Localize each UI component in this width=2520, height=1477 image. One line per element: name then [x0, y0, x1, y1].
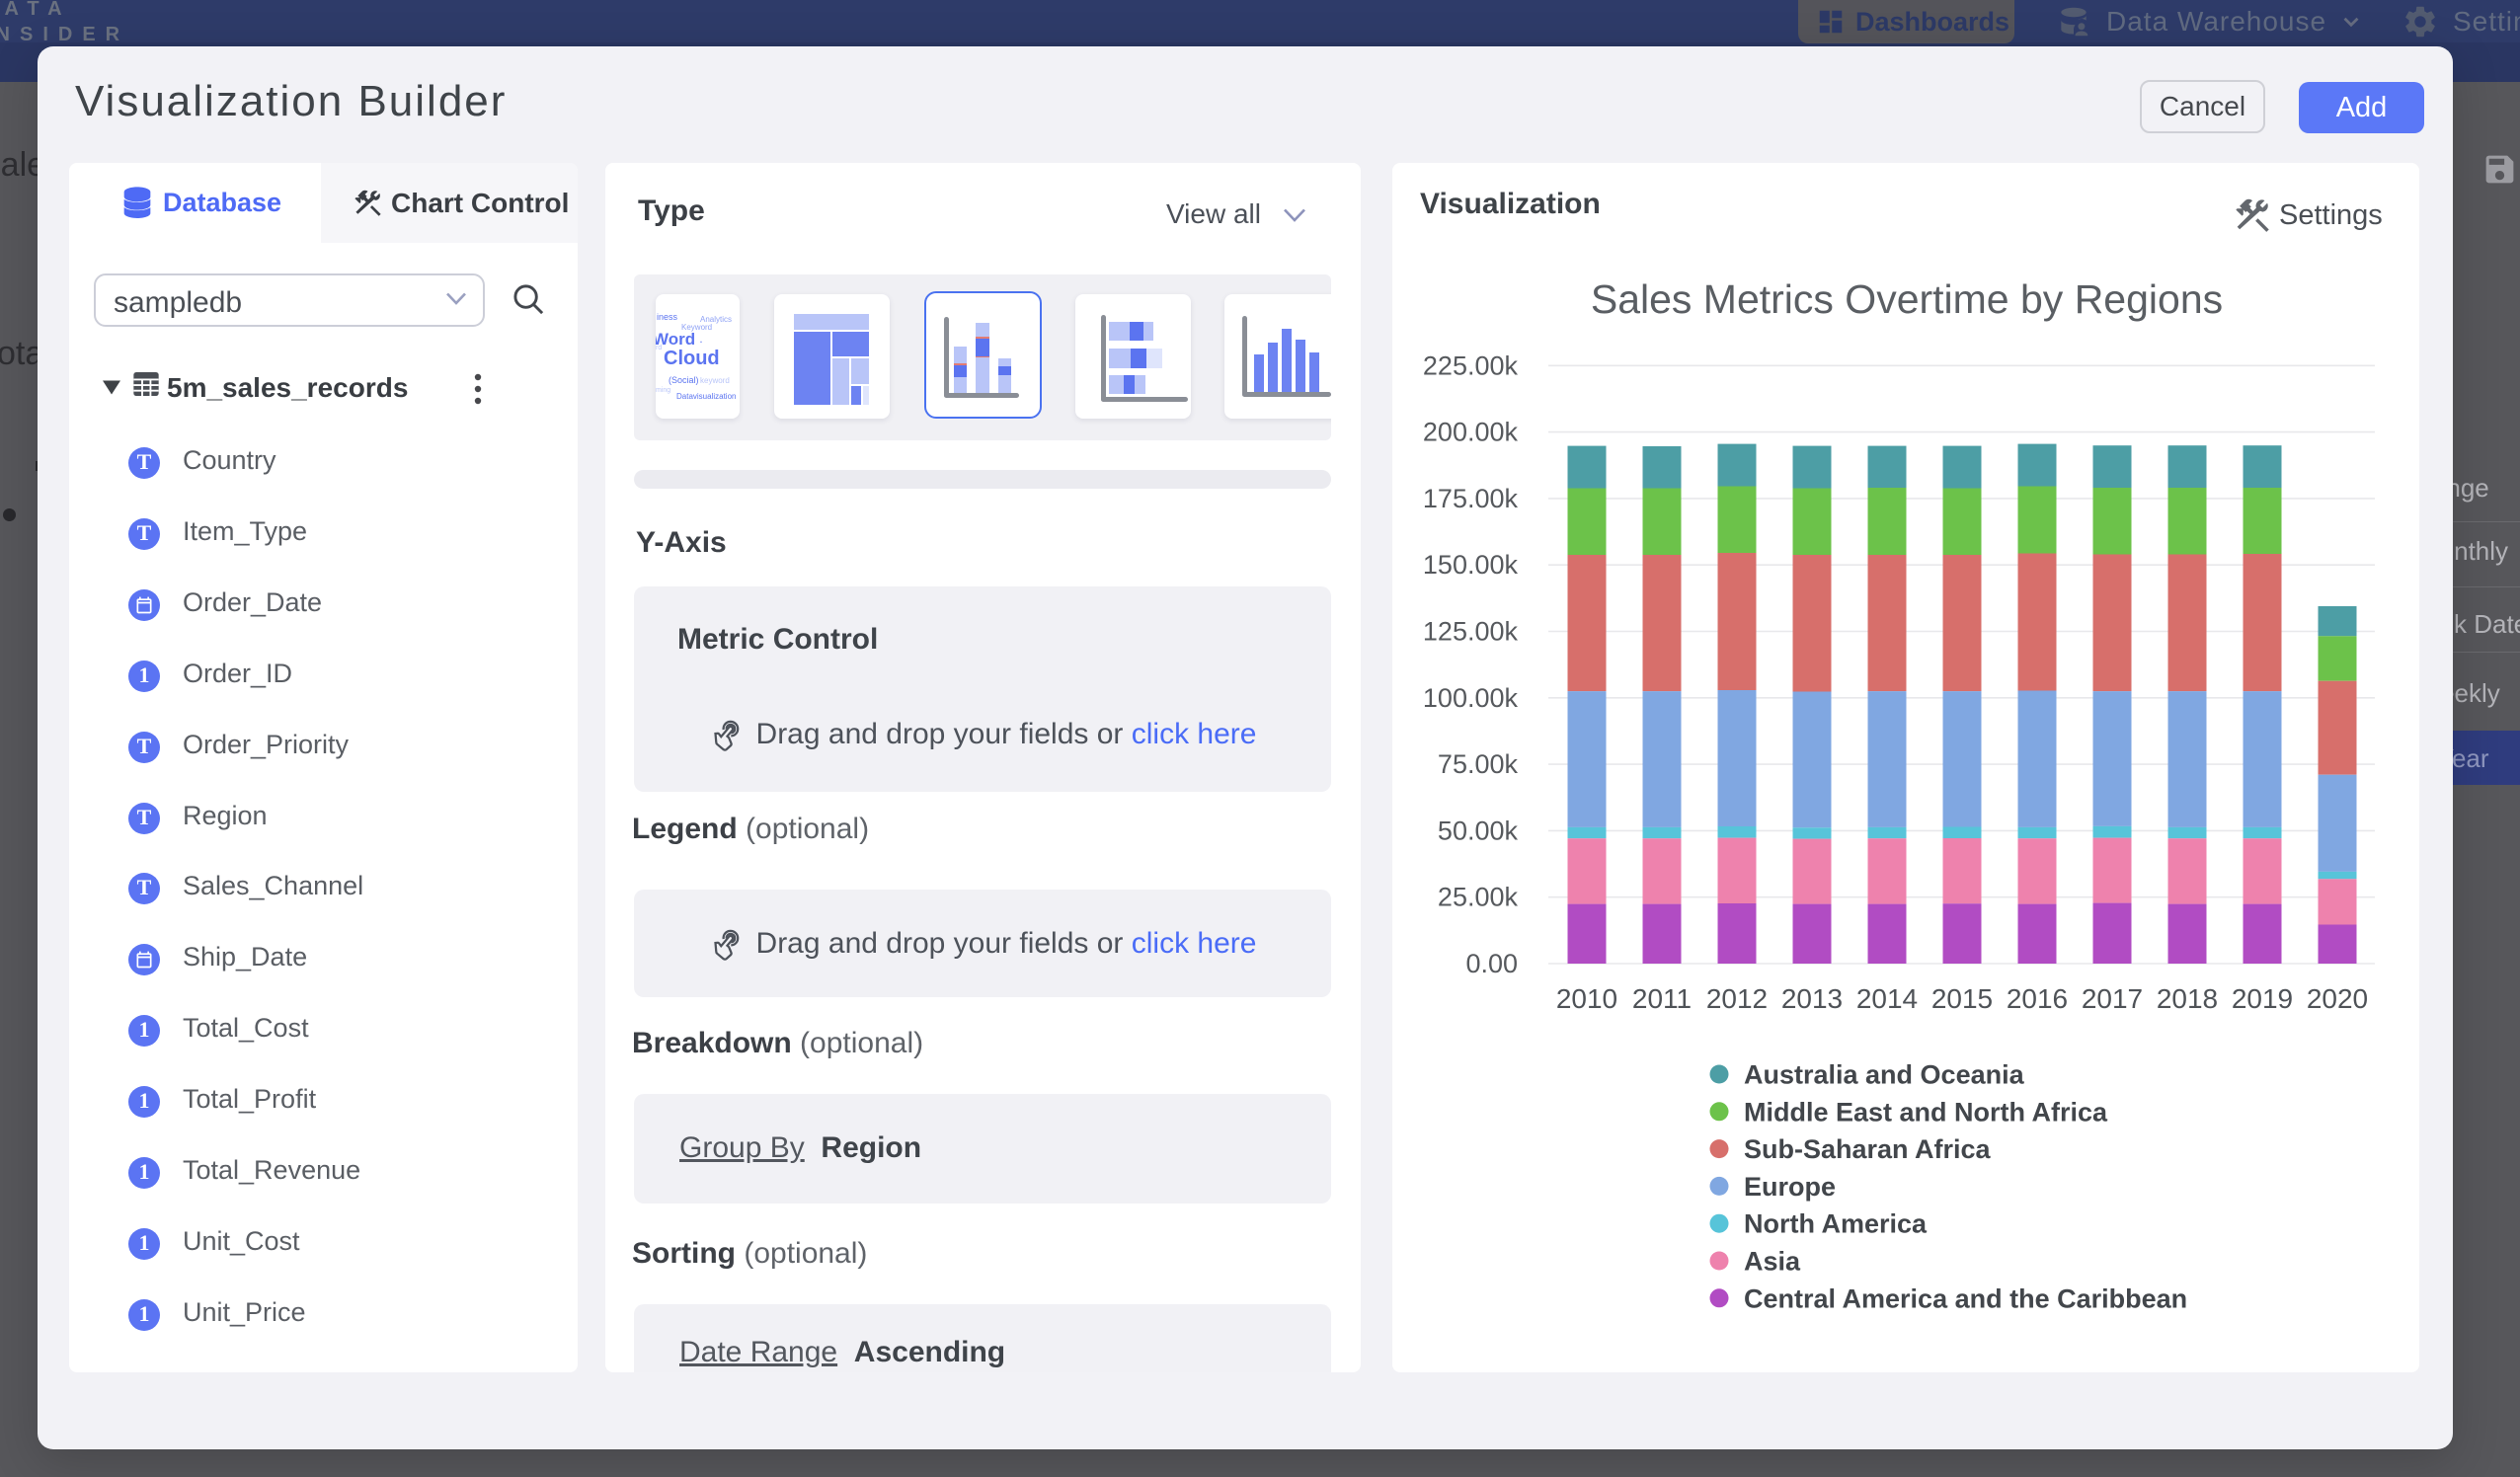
- svg-text:Central America and the Caribb: Central America and the Caribbean: [1744, 1283, 2187, 1313]
- svg-text:2010: 2010: [1556, 983, 1617, 1014]
- svg-text:2014: 2014: [1856, 983, 1918, 1014]
- svg-text:2016: 2016: [2007, 983, 2068, 1014]
- svg-text:Sales Metrics Overtime by Regi: Sales Metrics Overtime by Regions: [1591, 276, 2223, 322]
- svg-text:50.00k: 50.00k: [1438, 816, 1519, 845]
- svg-text:Asia: Asia: [1744, 1247, 1801, 1277]
- svg-text:2013: 2013: [1781, 983, 1843, 1014]
- svg-text:175.00k: 175.00k: [1423, 484, 1519, 513]
- svg-text:0.00: 0.00: [1465, 949, 1518, 978]
- svg-text:Sub-Saharan Africa: Sub-Saharan Africa: [1744, 1134, 1992, 1164]
- svg-text:2018: 2018: [2157, 983, 2218, 1014]
- svg-text:225.00k: 225.00k: [1423, 350, 1519, 380]
- svg-text:2020: 2020: [2307, 983, 2368, 1014]
- svg-text:2017: 2017: [2082, 983, 2143, 1014]
- svg-text:2015: 2015: [1931, 983, 1993, 1014]
- svg-text:2012: 2012: [1706, 983, 1768, 1014]
- svg-text:Middle East and North Africa: Middle East and North Africa: [1744, 1097, 2108, 1127]
- svg-text:North America: North America: [1744, 1209, 1928, 1239]
- svg-text:2011: 2011: [1632, 983, 1692, 1014]
- svg-text:200.00k: 200.00k: [1423, 418, 1519, 447]
- svg-text:150.00k: 150.00k: [1423, 550, 1519, 580]
- svg-text:100.00k: 100.00k: [1423, 683, 1519, 713]
- svg-text:2019: 2019: [2232, 983, 2293, 1014]
- svg-text:125.00k: 125.00k: [1423, 617, 1519, 647]
- svg-text:Europe: Europe: [1744, 1172, 1836, 1202]
- svg-text:75.00k: 75.00k: [1438, 749, 1519, 779]
- svg-text:Australia and Oceania: Australia and Oceania: [1744, 1060, 2025, 1090]
- svg-text:25.00k: 25.00k: [1438, 883, 1519, 912]
